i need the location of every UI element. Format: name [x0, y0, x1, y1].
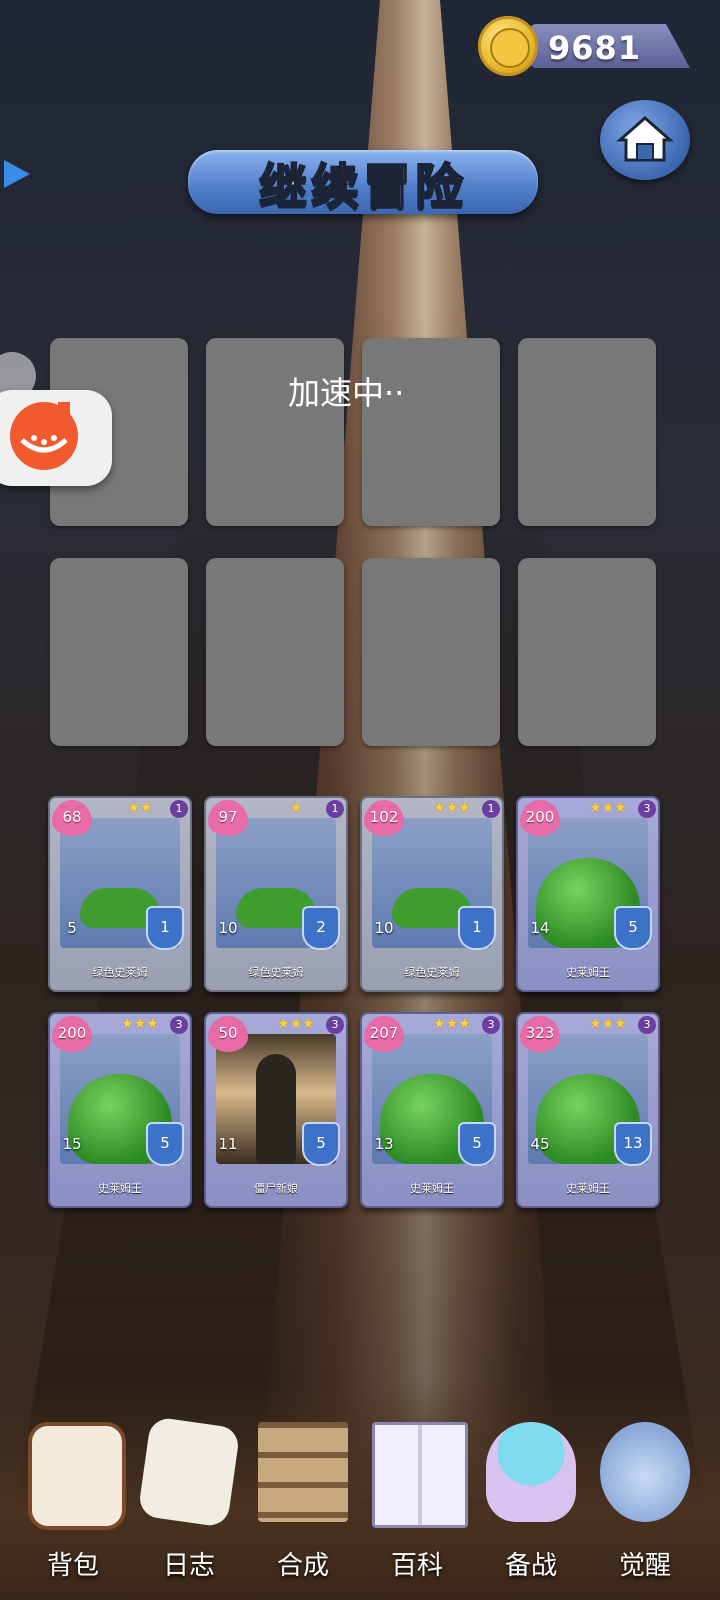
play-arrow-icon[interactable] — [4, 160, 30, 188]
empty-card-slot[interactable] — [362, 338, 500, 526]
continue-adventure-label: 继续冒险 — [258, 158, 467, 216]
tier-badge: 3 — [482, 1016, 500, 1034]
attack-swords-icon: 11 — [208, 1124, 248, 1164]
attack-swords-icon: 45 — [520, 1124, 560, 1164]
floating-app-widget[interactable] — [0, 390, 112, 486]
tier-badge: 3 — [170, 1016, 188, 1034]
star-rating: ★★★ — [277, 1016, 315, 1032]
attack-swords-icon: 5 — [52, 908, 92, 948]
mushroom-spirit-icon — [486, 1422, 576, 1522]
empty-card-slot[interactable] — [206, 558, 344, 746]
hp-heart-icon: 200 — [520, 800, 560, 836]
card-name: 史莱姆王 — [410, 1182, 454, 1195]
empty-card-slot[interactable] — [518, 338, 656, 526]
defense-shield-icon: 5 — [302, 1122, 340, 1166]
bottom-navigation: 背包 日志 合成 百科 备战 觉醒 — [0, 1370, 720, 1600]
hp-heart-icon: 323 — [520, 1016, 560, 1052]
hp-heart-icon: 97 — [208, 800, 248, 836]
speedup-status: 加速中·· — [288, 374, 405, 412]
gold-coin-icon — [478, 16, 538, 76]
nav-label: 备战 — [504, 1551, 557, 1581]
crafting-shelf-icon — [258, 1422, 348, 1522]
defense-shield-icon: 5 — [614, 906, 652, 950]
card-name: 绿色史莱姆 — [248, 966, 304, 979]
nav-encyclopedia[interactable]: 百科 — [362, 1392, 472, 1582]
monster-card[interactable]: 200 ★★★ 3 15 5 史莱姆王 — [48, 1012, 192, 1208]
card-name: 绿色史莱姆 — [92, 966, 148, 979]
attack-swords-icon: 10 — [364, 908, 404, 948]
tier-badge: 1 — [326, 800, 344, 818]
empty-card-slot[interactable] — [518, 558, 656, 746]
nav-label: 日志 — [162, 1551, 215, 1581]
monster-card[interactable]: 207 ★★★ 3 13 5 史莱姆王 — [360, 1012, 504, 1208]
defense-shield-icon: 1 — [146, 906, 184, 950]
empty-card-slot[interactable] — [50, 558, 188, 746]
nav-backpack[interactable]: 背包 — [18, 1392, 128, 1582]
nav-journal[interactable]: 日志 — [134, 1392, 244, 1582]
hp-heart-icon: 68 — [52, 800, 92, 836]
defense-shield-icon: 5 — [146, 1122, 184, 1166]
nav-label: 背包 — [46, 1551, 99, 1581]
attack-swords-icon: 10 — [208, 908, 248, 948]
continue-adventure-button[interactable]: 继续冒险 — [188, 150, 538, 216]
star-rating: ★★★ — [589, 1016, 627, 1032]
awakening-orb-icon — [600, 1422, 690, 1522]
empty-card-slot[interactable] — [206, 338, 344, 526]
star-rating: ★★★ — [589, 800, 627, 816]
tier-badge: 3 — [638, 800, 656, 818]
monster-card[interactable]: 97 ★ 1 10 2 绿色史莱姆 — [204, 796, 348, 992]
nav-crafting[interactable]: 合成 — [248, 1392, 358, 1582]
star-rating: ★★★ — [121, 1016, 159, 1032]
coin-count: 9681 — [548, 29, 642, 67]
monster-card[interactable]: 323 ★★★ 3 45 13 史莱姆王 — [516, 1012, 660, 1208]
tier-badge: 1 — [482, 800, 500, 818]
monster-card[interactable]: 102 ★★★ 1 10 1 绿色史莱姆 — [360, 796, 504, 992]
tier-badge: 3 — [638, 1016, 656, 1034]
star-rating: ★ — [289, 800, 303, 816]
card-name: 史莱姆王 — [566, 1182, 610, 1195]
hp-heart-icon: 207 — [364, 1016, 404, 1052]
journal-icon — [137, 1416, 241, 1528]
defense-shield-icon: 13 — [614, 1122, 652, 1166]
backpack-icon — [28, 1422, 126, 1530]
home-icon — [616, 116, 674, 162]
attack-swords-icon: 13 — [364, 1124, 404, 1164]
nav-battle-prep[interactable]: 备战 — [476, 1392, 586, 1582]
card-name: 史莱姆王 — [566, 966, 610, 979]
defense-shield-icon: 1 — [458, 906, 496, 950]
hp-heart-icon: 200 — [52, 1016, 92, 1052]
card-name: 绿色史莱姆 — [404, 966, 460, 979]
star-rating: ★★★ — [433, 1016, 471, 1032]
encyclopedia-book-icon — [372, 1422, 468, 1528]
nav-label: 觉醒 — [618, 1551, 671, 1581]
tier-badge: 1 — [170, 800, 188, 818]
card-name: 史莱姆王 — [98, 1182, 142, 1195]
tier-badge: 3 — [326, 1016, 344, 1034]
monster-card[interactable]: 200 ★★★ 3 14 5 史莱姆王 — [516, 796, 660, 992]
attack-swords-icon: 15 — [52, 1124, 92, 1164]
nav-label: 百科 — [390, 1551, 443, 1581]
hp-heart-icon: 102 — [364, 800, 404, 836]
tomato-logo-icon — [10, 402, 78, 470]
card-name: 僵尸新娘 — [254, 1182, 298, 1195]
empty-card-slot[interactable] — [362, 558, 500, 746]
attack-swords-icon: 14 — [520, 908, 560, 948]
defense-shield-icon: 2 — [302, 906, 340, 950]
nav-label: 合成 — [276, 1551, 329, 1581]
monster-card[interactable]: 68 ★★ 1 5 1 绿色史莱姆 — [48, 796, 192, 992]
star-rating: ★★★ — [433, 800, 471, 816]
star-rating: ★★ — [127, 800, 153, 816]
monster-card[interactable]: 50 ★★★ 3 11 5 僵尸新娘 — [204, 1012, 348, 1208]
hp-heart-icon: 50 — [208, 1016, 248, 1052]
home-button[interactable] — [600, 100, 690, 180]
defense-shield-icon: 5 — [458, 1122, 496, 1166]
nav-awakening[interactable]: 觉醒 — [590, 1392, 700, 1582]
